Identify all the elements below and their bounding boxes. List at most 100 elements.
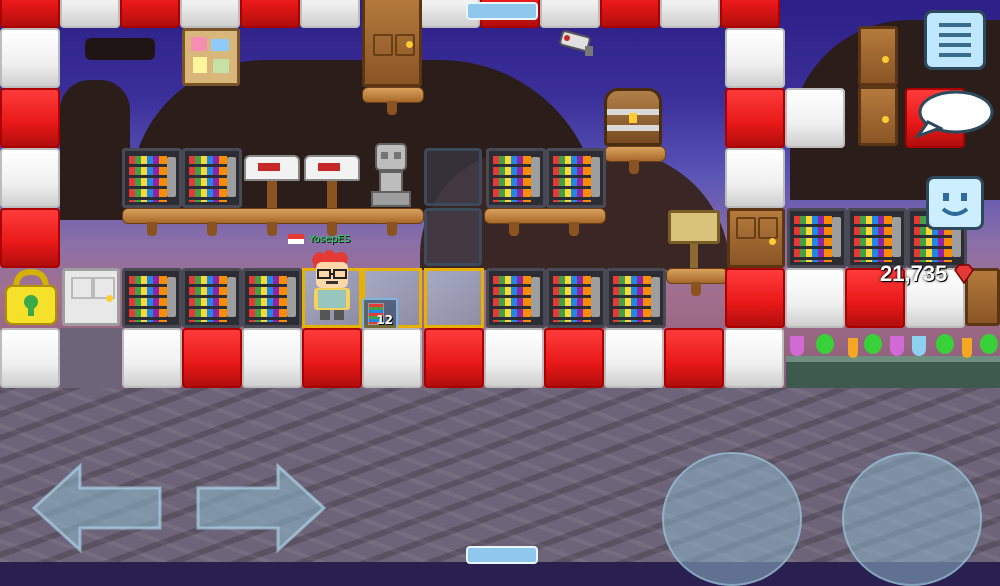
- glass-pane[interactable]: [424, 208, 482, 266]
- rock-silhouette: [85, 38, 155, 60]
- white-block[interactable]: [0, 148, 60, 208]
- wooden-shelf: [484, 208, 606, 224]
- red-block[interactable]: [725, 268, 785, 328]
- vending-machine[interactable]: [847, 208, 907, 268]
- flask-icon: [816, 334, 834, 354]
- move-right-button[interactable]: [194, 462, 328, 554]
- mailbox[interactable]: [244, 155, 300, 181]
- vending-machine[interactable]: [242, 268, 302, 328]
- white-block[interactable]: [785, 268, 845, 328]
- vending-machine[interactable]: [606, 268, 666, 328]
- white-block[interactable]: [0, 328, 60, 388]
- vending-machine[interactable]: [787, 208, 847, 268]
- red-block[interactable]: [544, 328, 604, 388]
- vending-machine[interactable]: [546, 148, 606, 208]
- white-block[interactable]: [725, 28, 785, 88]
- red-block[interactable]: [0, 0, 60, 28]
- glass-pane[interactable]: [424, 148, 482, 206]
- platform-peg: [147, 222, 157, 236]
- platform-peg: [267, 222, 277, 236]
- platform-peg: [569, 222, 579, 236]
- smiley-face-icon: [941, 193, 969, 216]
- treasure-chest[interactable]: [604, 88, 662, 146]
- lab-bench[interactable]: [786, 356, 1000, 388]
- white-block[interactable]: [785, 88, 845, 148]
- punch-button[interactable]: [842, 452, 982, 586]
- white-block[interactable]: [242, 328, 302, 388]
- top-pull-tab[interactable]: [466, 2, 538, 20]
- wooden-door[interactable]: [727, 208, 785, 268]
- flask-icon: [864, 334, 882, 354]
- white-block[interactable]: [362, 328, 422, 388]
- red-block[interactable]: [302, 328, 362, 388]
- held-item-slot[interactable]: 12: [362, 298, 398, 330]
- platform-peg: [509, 222, 519, 236]
- vending-machine[interactable]: [122, 148, 182, 208]
- wooden-door[interactable]: [858, 26, 898, 86]
- vending-machine[interactable]: [486, 148, 546, 208]
- mailbox-post: [327, 181, 337, 208]
- flask-icon: [980, 334, 998, 354]
- flask-icon: [890, 336, 904, 356]
- sign-post: [690, 244, 698, 268]
- jump-button[interactable]: [662, 452, 802, 586]
- red-block[interactable]: [424, 328, 484, 388]
- mailbox[interactable]: [304, 155, 360, 181]
- white-block[interactable]: [604, 328, 664, 388]
- red-block[interactable]: [182, 328, 242, 388]
- vending-machine[interactable]: [122, 268, 182, 328]
- held-item-count: 12: [376, 313, 393, 327]
- flask-icon: [936, 334, 954, 354]
- glass-pane[interactable]: [424, 268, 484, 328]
- platform-peg: [387, 222, 397, 236]
- bulletin-board[interactable]: [182, 28, 240, 86]
- vending-machine[interactable]: [182, 148, 242, 208]
- white-block[interactable]: [122, 328, 182, 388]
- flask-icon: [790, 336, 804, 356]
- white-block[interactable]: [300, 0, 360, 28]
- platform-peg: [691, 282, 701, 296]
- player-character[interactable]: [306, 248, 358, 322]
- platform-peg: [207, 222, 217, 236]
- vending-machine[interactable]: [546, 268, 606, 328]
- red-gem-icon: [954, 264, 975, 284]
- wooden-door[interactable]: [858, 86, 898, 146]
- white-block[interactable]: [660, 0, 720, 28]
- red-block[interactable]: [664, 328, 724, 388]
- left-arrow-icon: [31, 462, 162, 554]
- white-block[interactable]: [540, 0, 600, 28]
- white-block[interactable]: [724, 328, 784, 388]
- menu-button[interactable]: [924, 10, 986, 70]
- yellow-lock[interactable]: [2, 268, 60, 326]
- list-menu-icon: [939, 23, 971, 57]
- white-block[interactable]: [60, 0, 120, 28]
- flask-icon: [962, 338, 972, 358]
- red-block[interactable]: [720, 0, 780, 28]
- red-block[interactable]: [725, 88, 785, 148]
- inventory-pull-tab[interactable]: [466, 546, 538, 564]
- wooden-sign[interactable]: [668, 210, 720, 244]
- red-block[interactable]: [0, 208, 60, 268]
- wooden-door[interactable]: [362, 0, 422, 87]
- red-block[interactable]: [120, 0, 180, 28]
- stone-statue[interactable]: [368, 142, 414, 208]
- white-block[interactable]: [180, 0, 240, 28]
- red-block[interactable]: [600, 0, 660, 28]
- white-door[interactable]: [62, 268, 120, 326]
- red-block[interactable]: [0, 88, 60, 148]
- vending-machine[interactable]: [486, 268, 546, 328]
- chat-button[interactable]: [913, 88, 994, 140]
- platform-peg: [629, 160, 639, 174]
- rock-block: [60, 328, 122, 388]
- red-block[interactable]: [240, 0, 300, 28]
- vending-machine[interactable]: [182, 268, 242, 328]
- white-block[interactable]: [484, 328, 544, 388]
- speech-bubble-icon: [913, 90, 994, 140]
- flask-icon: [848, 338, 858, 358]
- rock-silhouette: [60, 80, 130, 220]
- emote-button[interactable]: [926, 176, 984, 230]
- white-block[interactable]: [725, 148, 785, 208]
- right-arrow-icon: [196, 462, 327, 554]
- white-block[interactable]: [0, 28, 60, 88]
- move-left-button[interactable]: [30, 462, 164, 554]
